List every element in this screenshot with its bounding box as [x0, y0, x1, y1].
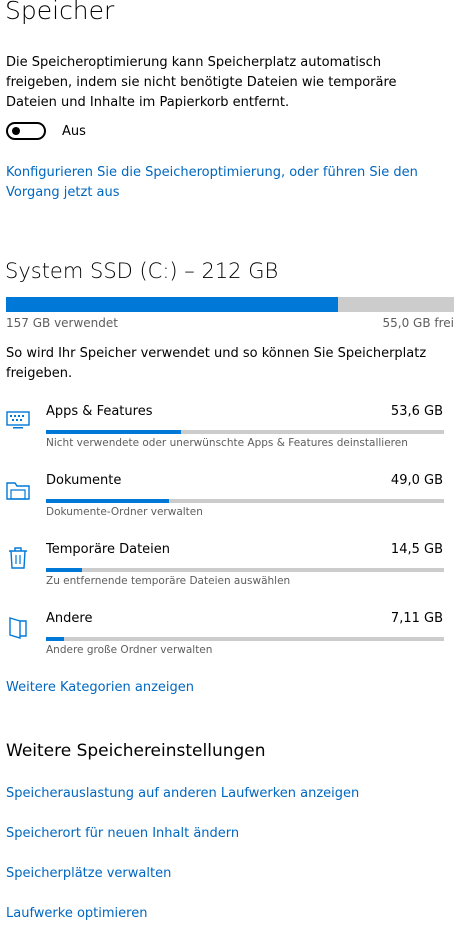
usage-intro: So wird Ihr Speicher verwendet und so kö… — [6, 346, 427, 381]
category-bar — [46, 568, 444, 572]
link-manage-storage-spaces[interactable]: Speicherplätze verwalten — [6, 866, 171, 881]
category-name: Temporäre Dateien — [46, 542, 171, 557]
category-size: 49,0 GB — [390, 473, 443, 488]
storage-sense-toggle[interactable] — [6, 122, 46, 140]
category-bar-fill — [46, 499, 170, 503]
category-name: Dokumente — [46, 473, 122, 488]
category-name: Apps & Features — [46, 404, 153, 419]
drive-usage-fill — [6, 297, 338, 312]
toggle-state-label: Aus — [62, 124, 86, 139]
category-dokumente[interactable]: Dokumente 49,0 GB Dokumente-Ordner verwa… — [0, 469, 473, 529]
category-name: Andere — [46, 611, 93, 626]
link-optimize-drives[interactable]: Laufwerke optimieren — [6, 906, 147, 921]
category-description: Nicht verwendete oder unerwünschte Apps … — [46, 437, 408, 449]
other-folder-icon — [9, 617, 27, 639]
toggle-knob — [12, 127, 20, 135]
category-bar-fill — [46, 637, 64, 641]
category-bar-fill — [46, 568, 82, 572]
category-size: 53,6 GB — [390, 404, 443, 419]
link-other-drives-usage[interactable]: Speicherauslastung auf anderen Laufwerke… — [6, 786, 359, 801]
category-bar — [46, 430, 444, 434]
category-bar — [46, 499, 444, 503]
category-size: 7,11 GB — [390, 611, 443, 626]
page-title: Speicher — [5, 0, 115, 25]
drive-used-label: 157 GB verwendet — [6, 316, 118, 330]
more-categories-link[interactable]: Weitere Kategorien anzeigen — [6, 680, 194, 695]
folder-icon — [6, 482, 30, 500]
category-size: 14,5 GB — [390, 542, 443, 557]
category-description: Andere große Ordner verwalten — [46, 644, 213, 656]
link-change-save-location[interactable]: Speicherort für neuen Inhalt ändern — [6, 826, 239, 841]
configure-storage-sense-link[interactable]: Konfigurieren Sie die Speicheroptimierun… — [6, 163, 446, 203]
category-description: Zu entfernende temporäre Dateien auswähl… — [46, 575, 291, 587]
more-settings-title: Weitere Speichereinstellungen — [6, 741, 266, 761]
drive-usage-bar — [6, 297, 454, 312]
category-temp-files[interactable]: Temporäre Dateien 14,5 GB Zu entfernende… — [0, 538, 473, 598]
category-bar — [46, 637, 444, 641]
category-andere[interactable]: Andere 7,11 GB Andere große Ordner verwa… — [0, 607, 473, 667]
category-bar-fill — [46, 430, 182, 434]
drive-title: System SSD (C:) – 212 GB — [5, 259, 279, 283]
trash-icon — [9, 547, 27, 569]
drive-free-label: 55,0 GB frei — [382, 316, 455, 330]
category-description: Dokumente-Ordner verwalten — [46, 506, 203, 518]
category-apps-features[interactable]: Apps & Features 53,6 GB Nicht verwendete… — [0, 400, 473, 460]
keyboard-icon — [6, 411, 30, 429]
storage-sense-description: Die Speicheroptimierung kann Speicherpla… — [6, 55, 397, 110]
